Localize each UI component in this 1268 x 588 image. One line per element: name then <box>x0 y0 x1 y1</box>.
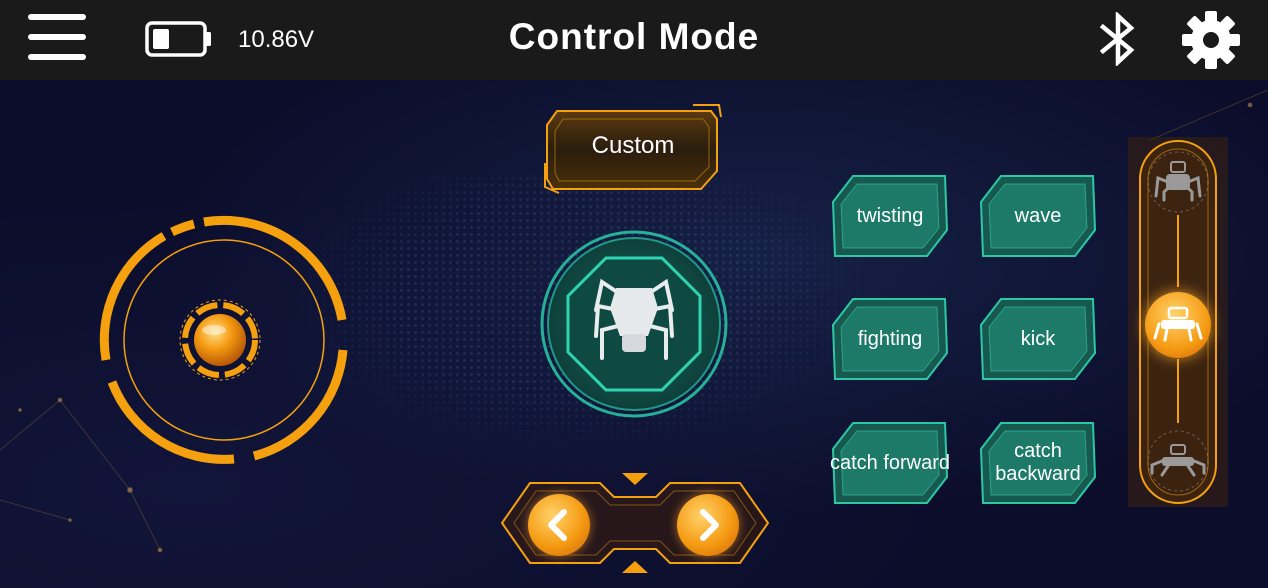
middle-stance-button[interactable] <box>1145 292 1211 358</box>
action-twisting[interactable]: twisting <box>831 172 949 260</box>
top-bar: 10.86V Control Mode <box>0 0 1268 80</box>
joystick[interactable] <box>96 208 352 472</box>
high-stance-icon[interactable] <box>1148 152 1208 212</box>
action-label: twisting <box>856 204 924 227</box>
joystick-knob <box>194 314 246 366</box>
spider-mode-button[interactable] <box>536 226 732 422</box>
action-label: fighting <box>857 327 923 350</box>
bluetooth-icon[interactable] <box>1097 12 1141 66</box>
low-stance-icon[interactable] <box>1148 431 1208 491</box>
action-label: catch forward <box>829 451 951 474</box>
action-catch-backward[interactable]: catch backward <box>979 419 1097 507</box>
chevron-left-icon <box>548 509 567 541</box>
action-label: wave <box>1014 204 1062 227</box>
action-wave[interactable]: wave <box>979 172 1097 260</box>
next-button[interactable] <box>677 494 739 556</box>
action-catch-forward[interactable]: catch forward <box>830 419 950 507</box>
action-label: kick <box>1020 327 1056 350</box>
chevron-right-icon <box>700 509 719 541</box>
action-label: catch backward <box>995 440 1081 485</box>
page-title: Control Mode <box>508 16 760 57</box>
action-kick[interactable]: kick <box>979 295 1097 383</box>
prev-button[interactable] <box>528 494 590 556</box>
action-fighting[interactable]: fighting <box>831 295 949 383</box>
middle-stance-icon <box>1153 306 1203 342</box>
gear-icon[interactable] <box>1180 10 1242 70</box>
custom-button-label: Custom <box>591 132 675 159</box>
